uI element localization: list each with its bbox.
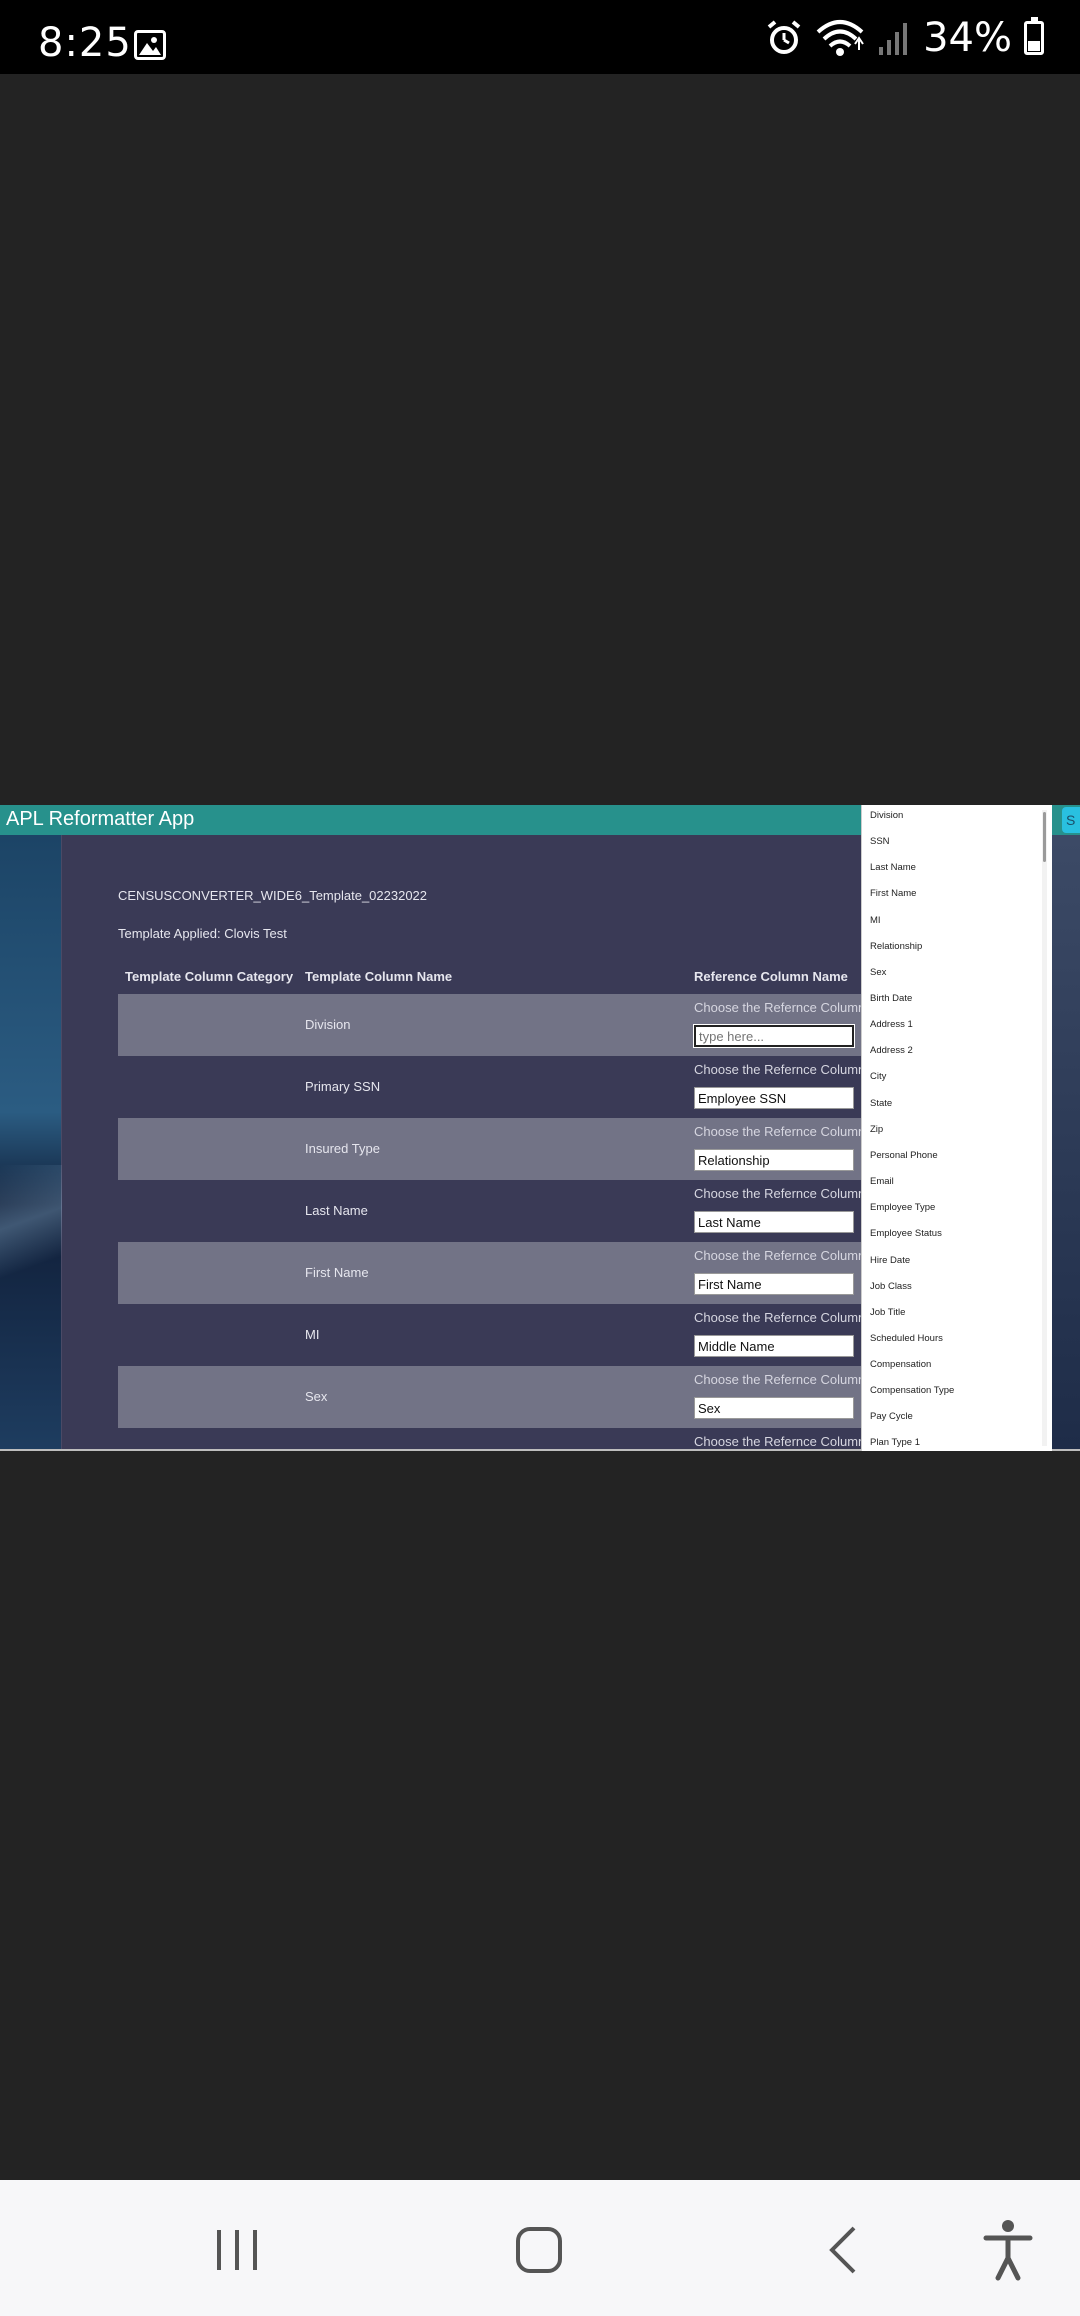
reference-column-hint: Choose the Refernce Column: [694, 1434, 866, 1449]
gallery-icon: [134, 30, 166, 60]
dropdown-option[interactable]: Personal Phone: [870, 1150, 938, 1161]
background-image-strip-right: [1052, 835, 1080, 1451]
dropdown-option[interactable]: Employee Status: [870, 1228, 942, 1239]
dropdown-option[interactable]: Pay Cycle: [870, 1411, 913, 1422]
dropdown-option[interactable]: SSN: [870, 836, 890, 847]
dropdown-option[interactable]: Division: [870, 810, 903, 821]
dropdown-option[interactable]: Relationship: [870, 941, 922, 952]
template-column-name: First Name: [305, 1265, 369, 1280]
header-template-column-name: Template Column Name: [305, 969, 453, 984]
header-template-column-category: Template Column Category: [125, 969, 294, 984]
template-name: CENSUSCONVERTER_WIDE6_Template_02232022: [118, 888, 428, 903]
reference-column-hint: Choose the Refernce Column: [694, 1000, 866, 1015]
reference-column-hint: Choose the Refernce Column: [694, 1248, 866, 1263]
battery-icon: [1024, 17, 1044, 55]
signal-icon: [879, 23, 908, 55]
reference-column-input[interactable]: [694, 1149, 854, 1171]
screen: 8:25 34% APL Reformatter App S CENSUSCON…: [0, 0, 1080, 2316]
header-reference-column-name: Reference Column Name: [694, 969, 848, 984]
dropdown-option[interactable]: Job Title: [870, 1307, 905, 1318]
dropdown-option[interactable]: Address 1: [870, 1019, 913, 1030]
dropdown-option[interactable]: Plan Type 1: [870, 1437, 920, 1448]
template-applied-label: Template Applied: Clovis Test: [118, 926, 287, 941]
table-row: Division Choose the Refernce Column: [118, 994, 866, 1056]
reference-column-input[interactable]: [694, 1087, 854, 1109]
status-icons: 34%: [765, 15, 1044, 61]
side-tab[interactable]: S: [1062, 807, 1080, 833]
table-row: MI Choose the Refernce Column: [118, 1304, 866, 1366]
dropdown-option[interactable]: Job Class: [870, 1281, 912, 1292]
table-row: First Name Choose the Refernce Column: [118, 1242, 866, 1304]
dropdown-option[interactable]: Compensation: [870, 1359, 931, 1370]
dropdown-option[interactable]: Last Name: [870, 862, 916, 873]
dropdown-option[interactable]: MI: [870, 915, 881, 926]
app-title: APL Reformatter App: [6, 808, 195, 830]
wifi-icon: [816, 20, 864, 56]
template-column-name: Division: [305, 1017, 351, 1032]
template-column-name: Primary SSN: [305, 1079, 381, 1094]
reference-column-hint: Choose the Refernce Column: [694, 1372, 866, 1387]
battery-percent: 34%: [923, 15, 1012, 61]
reference-column-hint: Choose the Refernce Column: [694, 1186, 866, 1201]
status-bar: 8:25 34%: [0, 0, 1080, 74]
dropdown-option[interactable]: Zip: [870, 1124, 883, 1135]
dropdown-option[interactable]: City: [870, 1071, 886, 1082]
back-icon[interactable]: [802, 2210, 882, 2290]
dropdown-option[interactable]: Sex: [870, 967, 886, 978]
home-icon[interactable]: [500, 2210, 580, 2290]
reference-column-hint: Choose the Refernce Column: [694, 1310, 866, 1325]
dropdown-option[interactable]: State: [870, 1098, 892, 1109]
dropdown-option[interactable]: Email: [870, 1176, 894, 1187]
table-row: Insured Type Choose the Refernce Column: [118, 1118, 866, 1180]
table-row: Last Name Choose the Refernce Column: [118, 1180, 866, 1242]
alarm-icon: [767, 20, 801, 54]
table-row: Primary SSN Choose the Refernce Column: [118, 1056, 866, 1118]
dropdown-option[interactable]: Hire Date: [870, 1255, 910, 1266]
template-column-name: Insured Type: [305, 1141, 380, 1156]
reference-column-hint: Choose the Refernce Column: [694, 1062, 866, 1077]
reference-column-input[interactable]: [694, 1335, 854, 1357]
reference-column-input[interactable]: [694, 1273, 854, 1295]
template-column-name: MI: [305, 1327, 320, 1342]
navigation-bar: [0, 2180, 1080, 2316]
reference-column-input[interactable]: [694, 1397, 854, 1419]
template-column-name: Sex: [305, 1389, 328, 1404]
dropdown-option[interactable]: Employee Type: [870, 1202, 935, 1213]
reference-column-input[interactable]: [693, 1024, 855, 1048]
dropdown-option[interactable]: Address 2: [870, 1045, 913, 1056]
background-image-strip: [0, 835, 62, 1451]
table-row: Choose the Refernce Column: [118, 1428, 866, 1451]
accessibility-icon[interactable]: [968, 2210, 1048, 2290]
dropdown-option[interactable]: First Name: [870, 888, 916, 899]
wave-decoration: [0, 1165, 62, 1305]
reference-column-dropdown: Division SSN Last Name First Name MI Rel…: [861, 805, 1052, 1451]
table-row: Sex Choose the Refernce Column: [118, 1366, 866, 1428]
recent-apps-icon[interactable]: [197, 2210, 277, 2290]
dropdown-scrollbar[interactable]: [1042, 810, 1047, 1446]
dropdown-option[interactable]: Scheduled Hours: [870, 1333, 943, 1344]
battery-fill: [1028, 41, 1040, 51]
dropdown-scrollbar-thumb[interactable]: [1043, 812, 1046, 862]
template-column-name: Last Name: [305, 1203, 368, 1218]
dropdown-option[interactable]: Birth Date: [870, 993, 912, 1004]
clock: 8:25: [38, 20, 132, 66]
reference-column-hint: Choose the Refernce Column: [694, 1124, 866, 1139]
reference-column-input[interactable]: [694, 1211, 854, 1233]
dropdown-option[interactable]: Compensation Type: [870, 1385, 954, 1396]
